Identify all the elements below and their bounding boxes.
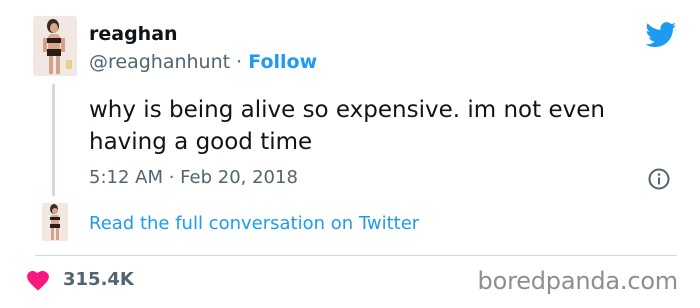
handle-separator: · bbox=[236, 51, 243, 73]
thread-connector-line bbox=[52, 84, 55, 196]
tweet-text: why is being alive so expensive. im not … bbox=[89, 97, 605, 155]
tweet-timestamp[interactable]: 5:12 AM · Feb 20, 2018 bbox=[89, 166, 298, 190]
conversation-avatar-image bbox=[42, 203, 68, 241]
author-avatar-image bbox=[33, 16, 77, 76]
info-icon[interactable] bbox=[648, 168, 670, 190]
watermark: boredpanda.com bbox=[477, 267, 679, 295]
conversation-avatar[interactable] bbox=[42, 203, 68, 241]
twitter-bird-icon[interactable] bbox=[645, 22, 677, 48]
heart-icon[interactable] bbox=[27, 271, 49, 291]
author-handle-row: @reaghanhunt · Follow bbox=[89, 50, 317, 74]
author-avatar[interactable] bbox=[33, 16, 77, 76]
like-count[interactable]: 315.4K bbox=[63, 268, 134, 292]
follow-button[interactable]: Follow bbox=[248, 51, 317, 73]
divider bbox=[35, 255, 677, 256]
author-handle[interactable]: @reaghanhunt bbox=[89, 51, 230, 73]
read-conversation-link[interactable]: Read the full conversation on Twitter bbox=[89, 212, 419, 236]
author-name[interactable]: reaghan bbox=[89, 22, 178, 46]
